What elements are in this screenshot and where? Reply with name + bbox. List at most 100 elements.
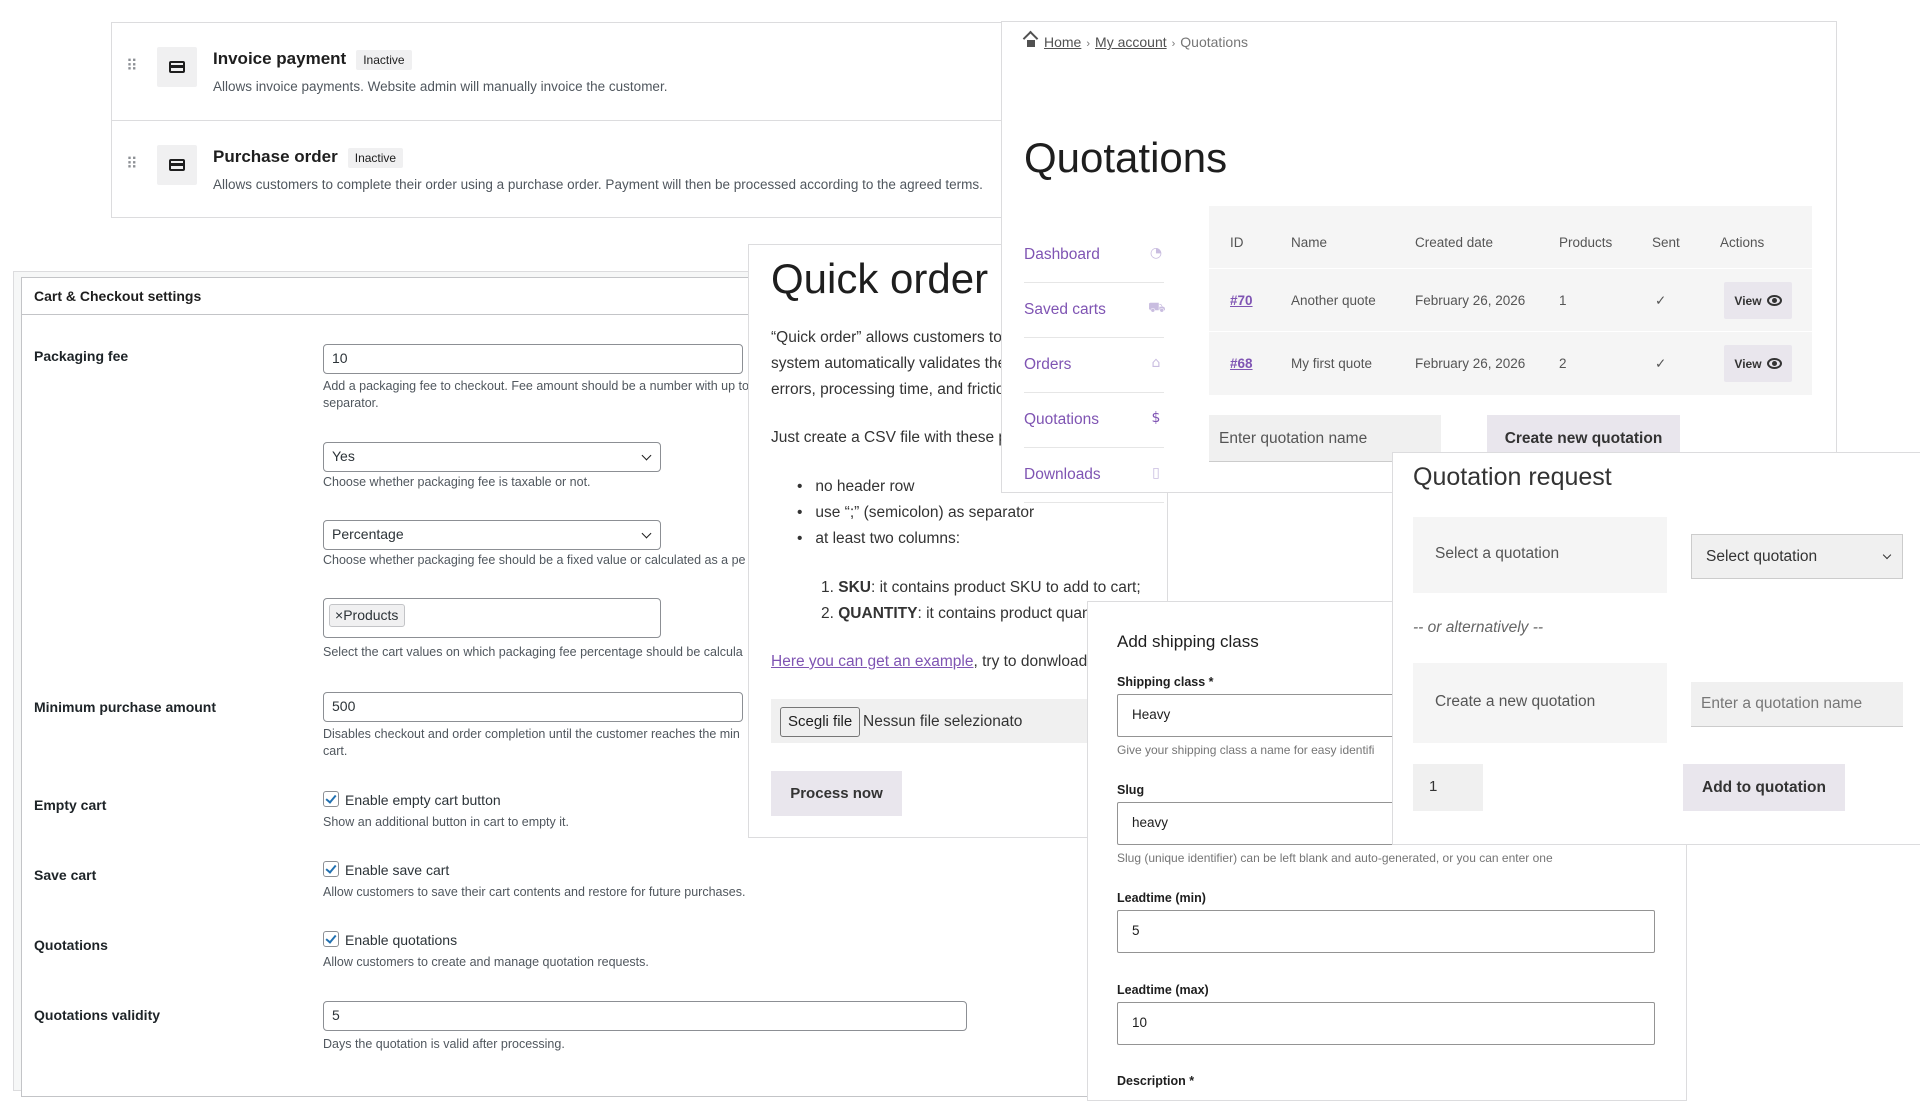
- column-header: ID: [1230, 235, 1244, 250]
- quantity-input[interactable]: 1: [1413, 764, 1483, 811]
- list-item: 1. SKU: it contains product SKU to add t…: [821, 579, 1141, 596]
- fee-type-select[interactable]: Percentage: [323, 520, 661, 550]
- minimum-purchase-label: Minimum purchase amount: [34, 699, 217, 715]
- payment-methods-panel: ⠿ Invoice payment Inactive Allows invoice…: [111, 22, 1121, 218]
- quotation-name: My first quote: [1291, 356, 1373, 371]
- minimum-purchase-help: Disables checkout and order completion u…: [323, 727, 740, 758]
- chip-remove-icon[interactable]: ×: [335, 607, 343, 623]
- products-count: 2: [1559, 356, 1567, 371]
- add-to-quotation-button[interactable]: Add to quotation: [1683, 764, 1845, 811]
- breadcrumb-separator: ›: [1171, 38, 1176, 50]
- home-icon: [1024, 37, 1038, 48]
- payment-description: Allows invoice payments. Website admin w…: [213, 79, 668, 94]
- quotations-validity-label: Quotations validity: [34, 1007, 161, 1023]
- column-header: Created date: [1415, 235, 1494, 250]
- breadcrumb-separator: ›: [1086, 38, 1091, 50]
- quotation-id-link[interactable]: #68: [1230, 356, 1253, 371]
- bullet-list: • no header row • use “;” (semicolon) as…: [797, 474, 1034, 552]
- checkbox-checked-icon[interactable]: [323, 861, 339, 877]
- slug-help: Slug (unique identifier) can be left bla…: [1117, 851, 1553, 865]
- quotation-request-title: Quotation request: [1413, 463, 1612, 491]
- payment-card-icon: [157, 47, 197, 87]
- quotations-validity-input[interactable]: 5: [323, 1001, 967, 1031]
- eye-icon: [1766, 358, 1782, 369]
- page-title: Quotations: [1024, 134, 1228, 181]
- quick-order-instructions: Just create a CSV file with these pro: [771, 429, 1021, 446]
- selected-chip[interactable]: ×Products: [329, 604, 406, 627]
- save-cart-checkbox[interactable]: Enable save cart: [323, 861, 449, 878]
- example-link[interactable]: Here you can get an example: [771, 653, 973, 670]
- status-badge: Inactive: [356, 49, 412, 70]
- sent-check-icon: ✓: [1655, 293, 1667, 309]
- quotation-name-input[interactable]: Enter a quotation name: [1691, 682, 1903, 727]
- view-button[interactable]: View: [1724, 282, 1792, 319]
- payment-title: Purchase order Inactive: [213, 147, 404, 168]
- list-item: • at least two columns:: [797, 530, 961, 547]
- description-label: Description *: [1117, 1074, 1195, 1088]
- dashboard-icon: ◔: [1149, 245, 1163, 261]
- nav-item-downloads[interactable]: Downloads ▯: [1024, 448, 1164, 503]
- leadtime-min-input[interactable]: 5: [1117, 910, 1655, 953]
- select-quotation-label-box: Select a quotation: [1413, 517, 1667, 593]
- payment-row-invoice[interactable]: ⠿ Invoice payment Inactive Allows invoice…: [112, 23, 1120, 120]
- breadcrumb-my-account[interactable]: My account: [1095, 34, 1167, 50]
- empty-cart-checkbox[interactable]: Enable empty cart button: [323, 791, 501, 808]
- nav-item-dashboard[interactable]: Dashboard ◔: [1024, 228, 1164, 283]
- created-date: February 26, 2026: [1415, 293, 1526, 308]
- leadtime-max-input[interactable]: 10: [1117, 1002, 1655, 1045]
- basket-icon: ⌂: [1151, 355, 1161, 371]
- select-quotation-label: Select a quotation: [1435, 545, 1560, 562]
- nav-item-quotations[interactable]: Quotations $: [1024, 393, 1164, 448]
- payment-row-purchase-order[interactable]: ⠿ Purchase order Inactive Allows customer…: [112, 120, 1120, 218]
- shipping-class-label: Shipping class *: [1117, 675, 1214, 689]
- minimum-purchase-input[interactable]: 500: [323, 692, 743, 722]
- slug-label: Slug: [1117, 783, 1145, 797]
- quotation-id-link[interactable]: #70: [1230, 293, 1253, 308]
- quote-file-icon: $: [1151, 410, 1161, 426]
- drag-handle-icon[interactable]: ⠿: [126, 59, 138, 75]
- packaging-fee-help: Add a packaging fee to checkout. Fee amo…: [323, 379, 749, 410]
- alternatively-text: -- or alternatively --: [1413, 619, 1544, 636]
- select-quotation-dropdown[interactable]: Select quotation: [1691, 534, 1903, 579]
- quotation-name: Another quote: [1291, 293, 1376, 308]
- table-row: #68 My first quote February 26, 2026 2 ✓…: [1209, 331, 1812, 395]
- quotations-help: Allow customers to create and manage quo…: [323, 955, 649, 969]
- breadcrumb: Home › My account › Quotations: [1024, 34, 1248, 50]
- choose-file-button[interactable]: Scegli file: [780, 707, 861, 737]
- save-cart-help: Allow customers to save their cart conte…: [323, 885, 746, 899]
- leadtime-max-label: Leadtime (max): [1117, 983, 1209, 997]
- nav-item-orders[interactable]: Orders ⌂: [1024, 338, 1164, 393]
- view-button[interactable]: View: [1724, 345, 1792, 382]
- column-header: Actions: [1720, 235, 1765, 250]
- quotations-checkbox[interactable]: Enable quotations: [323, 931, 457, 948]
- status-badge: Inactive: [347, 147, 404, 168]
- file-icon: ▯: [1152, 465, 1160, 481]
- products-count: 1: [1559, 293, 1567, 308]
- sent-check-icon: ✓: [1655, 356, 1667, 372]
- process-now-button[interactable]: Process now: [771, 771, 902, 816]
- drag-handle-icon[interactable]: ⠿: [126, 157, 138, 173]
- quotations-table: ID Name Created date Products Sent Actio…: [1209, 206, 1812, 395]
- file-status: Nessun file selezionato: [863, 713, 1023, 730]
- modal-title: Add shipping class: [1117, 632, 1259, 651]
- taxable-help: Choose whether packaging fee is taxable …: [323, 475, 591, 489]
- packaging-fee-input[interactable]: 10: [323, 344, 743, 374]
- create-quotation-label-box: Create a new quotation: [1413, 663, 1667, 743]
- shipping-class-help: Give your shipping class a name for easy…: [1117, 743, 1375, 757]
- account-quotations-page: Home › My account › Quotations Quotations Da…: [1001, 21, 1837, 503]
- checkbox-checked-icon[interactable]: [323, 791, 339, 807]
- checkbox-checked-icon[interactable]: [323, 931, 339, 947]
- taxable-select[interactable]: Yes: [323, 442, 661, 472]
- fee-type-help: Choose whether packaging fee should be a…: [323, 553, 746, 567]
- quotation-request-panel: Quotation request Select a quotation Sel…: [1392, 452, 1920, 845]
- nav-item-saved-carts[interactable]: Saved carts ⛟: [1024, 283, 1166, 338]
- column-header: Sent: [1652, 235, 1680, 250]
- payment-card-icon: [157, 145, 197, 185]
- eye-icon: [1766, 295, 1782, 306]
- cart-values-help: Select the cart values on which packagin…: [323, 645, 743, 659]
- empty-cart-help: Show an additional button in cart to emp…: [323, 815, 569, 829]
- cart-values-multiselect[interactable]: ×Products: [323, 598, 661, 638]
- quick-order-title: Quick order: [771, 255, 989, 302]
- quotations-validity-help: Days the quotation is valid after proces…: [323, 1037, 565, 1051]
- breadcrumb-home[interactable]: Home: [1044, 34, 1081, 50]
